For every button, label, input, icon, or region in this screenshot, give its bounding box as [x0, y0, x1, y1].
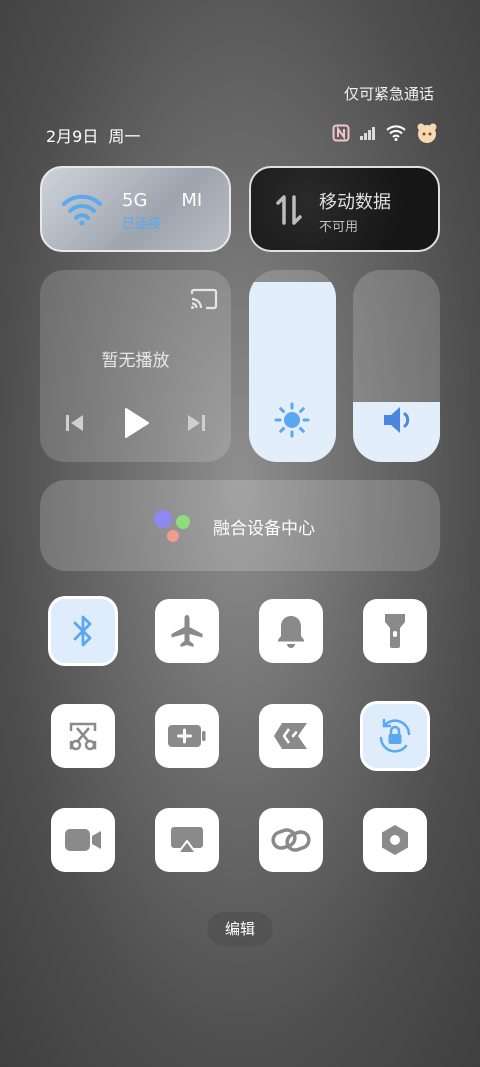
wifi-tile-icon	[62, 194, 102, 226]
flashlight-icon	[385, 614, 405, 648]
date-row: 2月9日 周一	[46, 123, 150, 147]
weekday-text: 周一	[108, 127, 141, 146]
fusion-device-center-label: 融合设备中心	[213, 519, 315, 539]
fusion-device-center-tile[interactable]: 融合设备中心	[40, 480, 440, 571]
volume-slider[interactable]	[353, 270, 440, 462]
video-icon	[65, 829, 101, 851]
fusion-dots-icon	[154, 510, 190, 542]
airplane-mode-toggle[interactable]	[155, 599, 219, 663]
shortcut-toggle[interactable]	[259, 704, 323, 768]
airplane-icon	[171, 615, 203, 647]
wifi-icon	[386, 125, 406, 141]
avatar-icon	[417, 123, 437, 143]
settings-toggle[interactable]	[363, 808, 427, 872]
screenshot-scissors-icon	[69, 722, 97, 751]
shortcut-icon	[274, 723, 307, 749]
bluetooth-toggle[interactable]	[51, 599, 115, 663]
emergency-call-text: 仅可紧急通话	[343, 85, 434, 103]
wifi-tile[interactable]: 5G MI 已连接	[40, 166, 231, 252]
wifi-ssid: 5G MI	[122, 190, 202, 211]
media-status-label: 暂无播放	[101, 351, 170, 371]
mobile-data-tile[interactable]: 移动数据 不可用	[249, 166, 440, 252]
media-player-tile[interactable]: 暂无播放	[40, 270, 231, 462]
screen-record-toggle[interactable]	[51, 808, 115, 872]
bluetooth-icon	[73, 615, 92, 647]
previous-icon[interactable]	[65, 413, 85, 433]
edit-button[interactable]: 编辑	[207, 912, 273, 946]
flashlight-toggle[interactable]	[363, 599, 427, 663]
next-icon[interactable]	[186, 413, 206, 433]
speaker-icon	[384, 407, 410, 433]
cast-icon[interactable]	[190, 288, 218, 310]
status-icons	[332, 122, 438, 144]
link-icon	[271, 828, 311, 852]
screenshot-toggle[interactable]	[51, 704, 115, 768]
nut-icon	[382, 825, 408, 855]
battery-saver-toggle[interactable]	[155, 704, 219, 768]
signal-icon	[360, 127, 375, 140]
nfc-icon	[332, 124, 350, 142]
screen-cast-toggle[interactable]	[155, 808, 219, 872]
mobile-data-status: 不可用	[319, 220, 359, 235]
date-text: 2月9日	[46, 127, 99, 146]
wifi-ssid-suffix: MI	[181, 190, 203, 211]
link-toggle[interactable]	[259, 808, 323, 872]
wifi-status: 已连接	[122, 217, 162, 232]
sun-icon	[274, 402, 310, 438]
battery-saver-icon	[168, 725, 206, 747]
screen-cast-icon	[171, 827, 203, 854]
wifi-ssid-part: 5G	[122, 190, 148, 211]
rotation-lock-toggle[interactable]	[363, 704, 427, 768]
play-icon[interactable]	[122, 407, 150, 439]
mobile-data-title: 移动数据	[319, 192, 391, 213]
brightness-slider[interactable]	[249, 270, 336, 462]
sound-toggle[interactable]	[259, 599, 323, 663]
bell-icon	[278, 616, 304, 648]
data-arrows-icon	[276, 195, 302, 225]
rotation-lock-icon	[379, 718, 411, 753]
